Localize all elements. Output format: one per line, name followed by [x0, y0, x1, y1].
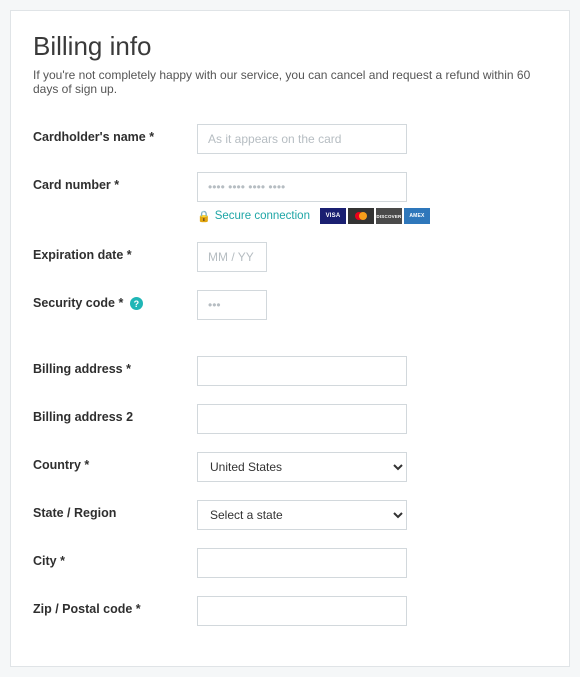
label-cardholder: Cardholder's name *	[33, 124, 197, 144]
state-select[interactable]: Select a state	[197, 500, 407, 530]
label-expiration: Expiration date *	[33, 242, 197, 262]
amex-icon: AMEX	[404, 208, 430, 224]
row-expiration: Expiration date *	[33, 242, 547, 272]
secure-connection-row: 🔒 Secure connection VISA DISCOVER AMEX	[197, 208, 547, 224]
row-security: Security code * ?	[33, 290, 547, 320]
lock-icon: 🔒	[197, 210, 211, 223]
row-city: City *	[33, 548, 547, 578]
refund-note: If you're not completely happy with our …	[33, 68, 547, 96]
visa-icon: VISA	[320, 208, 346, 224]
row-addr1: Billing address *	[33, 356, 547, 386]
page-title: Billing info	[33, 31, 547, 62]
billing-address2-input[interactable]	[197, 404, 407, 434]
cardholder-name-input[interactable]	[197, 124, 407, 154]
label-security-text: Security code *	[33, 296, 123, 310]
label-cardnumber: Card number *	[33, 172, 197, 192]
help-icon[interactable]: ?	[130, 297, 143, 310]
row-cardnumber: Card number * 🔒 Secure connection VISA D…	[33, 172, 547, 224]
label-state: State / Region	[33, 500, 197, 520]
card-brand-icons: VISA DISCOVER AMEX	[320, 208, 430, 224]
city-input[interactable]	[197, 548, 407, 578]
security-code-input[interactable]	[197, 290, 267, 320]
expiration-input[interactable]	[197, 242, 267, 272]
row-addr2: Billing address 2	[33, 404, 547, 434]
label-security: Security code * ?	[33, 290, 197, 310]
discover-icon: DISCOVER	[376, 208, 402, 224]
row-state: State / Region Select a state	[33, 500, 547, 530]
country-select[interactable]: United States	[197, 452, 407, 482]
billing-address-input[interactable]	[197, 356, 407, 386]
zip-input[interactable]	[197, 596, 407, 626]
card-number-input[interactable]	[197, 172, 407, 202]
label-city: City *	[33, 548, 197, 568]
mastercard-icon	[348, 208, 374, 224]
secure-connection-text: Secure connection	[215, 210, 310, 222]
billing-form-card: Billing info If you're not completely ha…	[10, 10, 570, 667]
label-zip: Zip / Postal code *	[33, 596, 197, 616]
label-addr1: Billing address *	[33, 356, 197, 376]
row-country: Country * United States	[33, 452, 547, 482]
label-addr2: Billing address 2	[33, 404, 197, 424]
label-country: Country *	[33, 452, 197, 472]
row-cardholder: Cardholder's name *	[33, 124, 547, 154]
row-zip: Zip / Postal code *	[33, 596, 547, 626]
